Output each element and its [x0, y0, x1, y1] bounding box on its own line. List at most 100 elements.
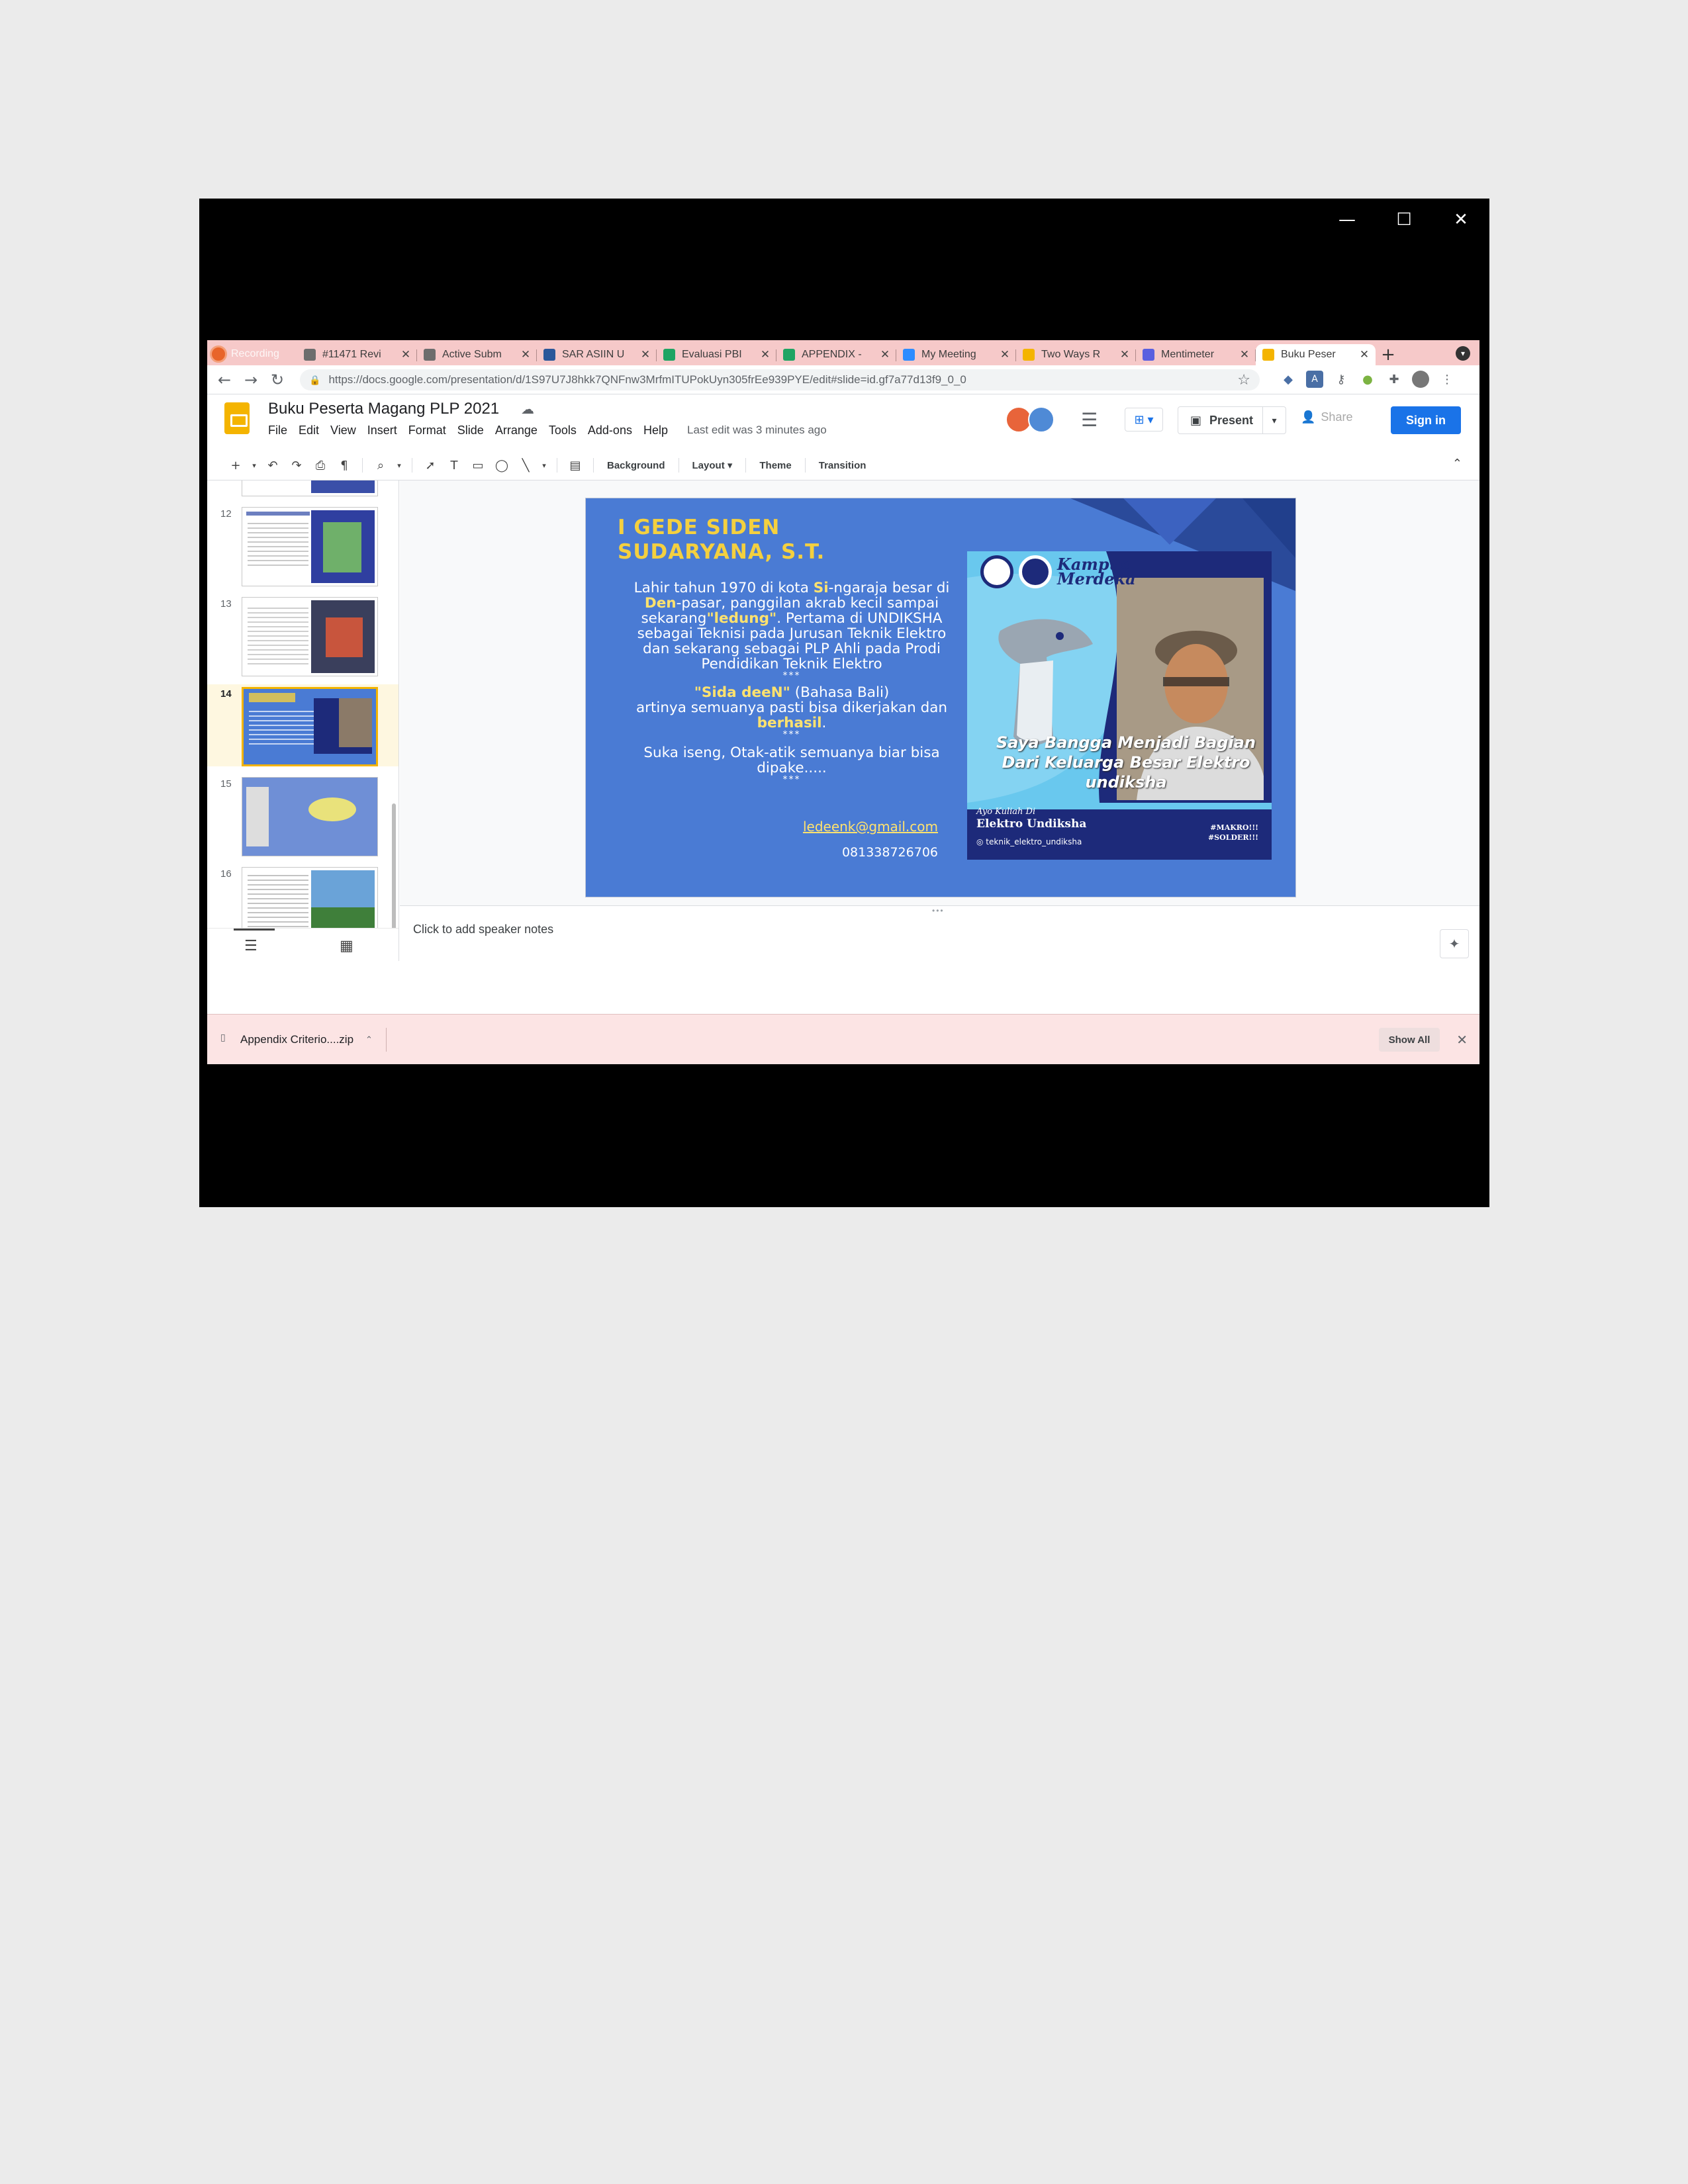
menu-slide[interactable]: Slide: [457, 424, 490, 437]
tab-close-icon[interactable]: ✕: [879, 348, 891, 361]
redo-icon[interactable]: ↷: [288, 457, 305, 474]
tab-active[interactable]: Buku Peser ✕: [1256, 344, 1376, 365]
back-icon[interactable]: ←: [211, 367, 238, 393]
tab-close-icon[interactable]: ✕: [1358, 348, 1370, 361]
tab-close-icon[interactable]: ✕: [520, 348, 532, 361]
filmstrip-row-selected[interactable]: 14: [207, 684, 399, 766]
chevron-up-icon[interactable]: ⌃: [365, 1035, 373, 1045]
present-button[interactable]: ▣ Present ▾: [1178, 406, 1286, 434]
profile-avatar-icon[interactable]: [1412, 371, 1429, 388]
new-slide-icon[interactable]: +: [227, 457, 244, 474]
address-bar[interactable]: 🔒 https://docs.google.com/presentation/d…: [300, 369, 1260, 390]
text-box-icon[interactable]: T: [445, 457, 463, 474]
sign-in-button[interactable]: Sign in: [1391, 406, 1461, 434]
download-item[interactable]: ▯ Appendix Criterio....zip ⌃: [220, 1028, 387, 1052]
minimize-button[interactable]: —: [1319, 199, 1376, 241]
select-cursor-icon[interactable]: ➚: [422, 457, 439, 474]
menu-file[interactable]: File: [268, 424, 293, 437]
explore-button-icon[interactable]: ✦: [1440, 929, 1469, 958]
line-icon[interactable]: ╲: [517, 457, 534, 474]
extension-key-icon[interactable]: ⚷: [1333, 371, 1350, 388]
transition-button[interactable]: Transition: [815, 460, 870, 471]
browser-tab[interactable]: Two Ways R ✕: [1016, 344, 1136, 365]
extension-pin-icon[interactable]: ●: [1359, 371, 1376, 388]
slide-title[interactable]: I GEDE SIDEN SUDARYANA, S.T.: [618, 516, 896, 565]
browser-tab[interactable]: Active Subm ✕: [417, 344, 537, 365]
speaker-notes-placeholder[interactable]: Click to add speaker notes: [413, 923, 553, 936]
menu-insert[interactable]: Insert: [367, 424, 403, 437]
collapse-toolbar-icon[interactable]: ⌃: [1452, 457, 1462, 471]
print-icon[interactable]: ⎙: [312, 457, 329, 474]
present-dropdown-icon[interactable]: ▾: [1263, 415, 1286, 426]
image-icon[interactable]: ▭: [469, 457, 487, 474]
new-tab-button[interactable]: +: [1378, 344, 1399, 365]
close-download-bar-icon[interactable]: ✕: [1456, 1032, 1468, 1048]
menu-help[interactable]: Help: [643, 424, 674, 437]
browser-tab[interactable]: SAR ASIIN U ✕: [537, 344, 657, 365]
bookmark-star-icon[interactable]: ☆: [1237, 372, 1250, 388]
promo-poster-image[interactable]: Kampus Merdeka Saya Bangga Menjadi Bagia…: [967, 551, 1272, 860]
filmstrip-view-icon[interactable]: ☰: [244, 938, 258, 954]
notes-resize-handle[interactable]: •••: [400, 905, 1479, 915]
share-button[interactable]: 👤 Share: [1301, 410, 1352, 424]
theme-button[interactable]: Theme: [755, 460, 795, 471]
extension-cap-icon[interactable]: ◆: [1280, 371, 1297, 388]
new-slide-dropdown-icon[interactable]: ▾: [251, 457, 258, 474]
slides-logo-icon[interactable]: [224, 402, 250, 434]
tab-close-icon[interactable]: ✕: [1239, 348, 1250, 361]
extension-translate-icon[interactable]: A: [1306, 371, 1323, 388]
shape-icon[interactable]: ◯: [493, 457, 510, 474]
menu-format[interactable]: Format: [408, 424, 452, 437]
cloud-status-icon[interactable]: ☁: [521, 401, 534, 417]
add-comment-icon[interactable]: ▤: [567, 457, 584, 474]
tab-search-icon[interactable]: ▾: [1456, 346, 1470, 361]
slide-thumbnail[interactable]: [242, 507, 378, 586]
close-window-button[interactable]: ✕: [1432, 199, 1489, 241]
menu-arrange[interactable]: Arrange: [495, 424, 543, 437]
paint-format-icon[interactable]: ¶: [336, 457, 353, 474]
zoom-dropdown-icon[interactable]: ▾: [396, 457, 402, 474]
browser-tab[interactable]: APPENDIX - ✕: [776, 344, 896, 365]
forward-icon[interactable]: →: [238, 367, 264, 393]
current-slide[interactable]: I GEDE SIDEN SUDARYANA, S.T. Lahir tahun…: [585, 498, 1296, 897]
slide-thumbnail[interactable]: [242, 597, 378, 676]
filmstrip-row[interactable]: 13: [207, 594, 399, 676]
filmstrip-row[interactable]: [207, 480, 399, 496]
slide-thumbnail[interactable]: [242, 777, 378, 856]
tab-close-icon[interactable]: ✕: [1119, 348, 1131, 361]
meet-present-button[interactable]: ⊞ ▾: [1125, 408, 1163, 432]
filmstrip-row[interactable]: 15: [207, 774, 399, 856]
filmstrip-scrollbar[interactable]: [392, 803, 396, 949]
tab-close-icon[interactable]: ✕: [759, 348, 771, 361]
collaborator-avatar[interactable]: [1028, 406, 1055, 433]
extensions-puzzle-icon[interactable]: ✚: [1385, 371, 1403, 388]
slide-thumbnail-selected[interactable]: [242, 687, 378, 766]
reload-icon[interactable]: ↻: [264, 367, 291, 393]
last-edit-status[interactable]: Last edit was 3 minutes ago: [687, 424, 827, 437]
menu-edit[interactable]: Edit: [299, 424, 325, 437]
line-dropdown-icon[interactable]: ▾: [541, 457, 547, 474]
browser-tab[interactable]: Mentimeter ✕: [1136, 344, 1256, 365]
undo-icon[interactable]: ↶: [264, 457, 281, 474]
document-title[interactable]: Buku Peserta Magang PLP 2021: [268, 400, 499, 418]
menu-tools[interactable]: Tools: [549, 424, 583, 437]
filmstrip-row[interactable]: 12: [207, 504, 399, 586]
tab-close-icon[interactable]: ✕: [400, 348, 412, 361]
maximize-button[interactable]: ☐: [1376, 199, 1432, 241]
grid-view-icon[interactable]: ▦: [340, 938, 353, 954]
tab-close-icon[interactable]: ✕: [999, 348, 1011, 361]
browser-menu-icon[interactable]: ⋮: [1438, 371, 1456, 388]
speaker-notes-area[interactable]: Click to add speaker notes ✦: [400, 913, 1479, 961]
browser-tab[interactable]: Evaluasi PBI ✕: [657, 344, 776, 365]
layout-button[interactable]: Layout ▾: [688, 459, 737, 471]
zoom-icon[interactable]: ⌕: [372, 457, 389, 474]
slide-thumbnail[interactable]: [242, 480, 378, 496]
tab-close-icon[interactable]: ✕: [639, 348, 651, 361]
slide-canvas[interactable]: I GEDE SIDEN SUDARYANA, S.T. Lahir tahun…: [400, 480, 1479, 905]
background-button[interactable]: Background: [603, 460, 669, 471]
browser-tab[interactable]: My Meeting ✕: [896, 344, 1016, 365]
menu-addons[interactable]: Add-ons: [588, 424, 638, 437]
contact-email-link[interactable]: ledeenk@gmail.com: [803, 819, 938, 835]
browser-tab[interactable]: #11471 Revi ✕: [297, 344, 417, 365]
menu-view[interactable]: View: [330, 424, 362, 437]
